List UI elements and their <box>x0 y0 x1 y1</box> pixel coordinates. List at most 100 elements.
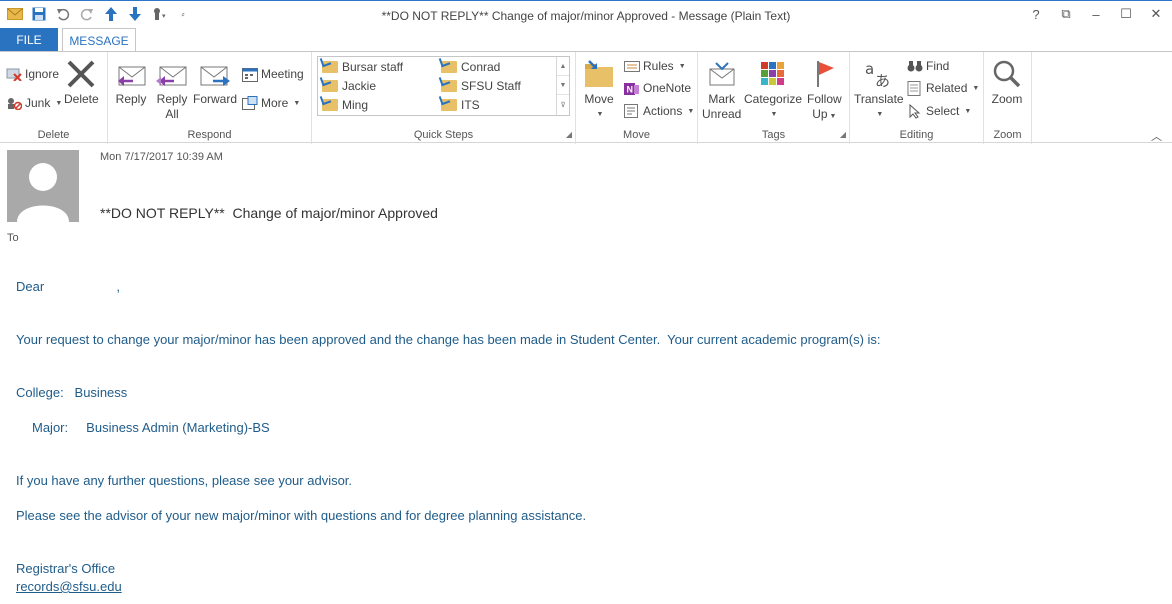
avatar <box>7 150 79 222</box>
ignore-icon <box>6 66 22 82</box>
magnifier-icon <box>990 58 1024 90</box>
quick-step-item[interactable]: Bursar staff <box>322 58 403 76</box>
delete-button[interactable]: Delete <box>64 58 99 107</box>
quick-step-icon <box>441 99 457 111</box>
tags-launcher-icon[interactable]: ◢ <box>840 130 846 139</box>
rules-dropdown-icon: ▼ <box>678 62 686 70</box>
meeting-button[interactable]: Meeting <box>242 64 304 84</box>
svg-text:N: N <box>627 84 634 94</box>
select-button[interactable]: Select ▼ <box>907 101 971 121</box>
cursor-icon <box>907 103 923 119</box>
rules-button[interactable]: Rules ▼ <box>624 56 686 76</box>
follow-up-dropdown-icon: ▼ <box>829 113 837 120</box>
reply-all-icon <box>155 58 189 90</box>
editing-group-label: Editing <box>899 129 934 141</box>
rules-icon <box>624 58 640 74</box>
body-paragraph: If you have any further questions, pleas… <box>16 473 353 488</box>
ribbon: Ignore Junk ▼ Delete Delete Reply Reply … <box>0 51 1172 144</box>
select-dropdown-icon: ▼ <box>964 107 972 115</box>
signature: Registrar's Office <box>16 561 116 576</box>
quick-step-icon <box>322 61 338 73</box>
quick-step-item[interactable]: Conrad <box>441 58 500 76</box>
translate-dropdown-icon: ▼ <box>876 111 884 118</box>
quick-steps-group-label: Quick Steps <box>413 129 474 141</box>
more-dropdown-icon: ▼ <box>293 99 301 107</box>
junk-button[interactable]: Junk ▼ <box>6 93 62 113</box>
reply-icon <box>114 58 148 90</box>
related-dropdown-icon: ▼ <box>972 84 980 92</box>
ribbon-display-options-button[interactable]: ⧉ <box>1056 5 1076 23</box>
quick-steps-launcher-icon[interactable]: ◢ <box>566 130 572 139</box>
follow-up-button[interactable]: Follow Up ▼ <box>807 58 842 124</box>
body-paragraph: Please see the advisor of your new major… <box>16 508 587 523</box>
flag-icon <box>807 58 841 90</box>
translate-button[interactable]: aあ Translate ▼ <box>854 58 904 122</box>
tags-group: Mark Unread Categorize ▼ Follow Up ▼ Tags… <box>698 52 850 144</box>
tab-file[interactable]: FILE <box>0 28 58 52</box>
body-paragraph: Your request to change your major/minor … <box>16 332 881 347</box>
major-line: Major: Business Admin (Marketing)-BS <box>32 420 270 435</box>
categorize-dropdown-icon: ▼ <box>770 111 778 118</box>
categorize-button[interactable]: Categorize ▼ <box>744 58 802 122</box>
collapse-ribbon-icon[interactable]: ︿ <box>1151 128 1162 144</box>
scroll-up-icon[interactable]: ▲ <box>557 57 569 76</box>
forward-button[interactable]: Forward <box>193 58 237 107</box>
find-button[interactable]: Find <box>907 56 949 76</box>
quick-step-item[interactable]: ITS <box>441 96 480 114</box>
related-icon <box>907 80 923 96</box>
quick-step-icon <box>441 80 457 92</box>
quick-step-item[interactable]: SFSU Staff <box>441 77 521 95</box>
translate-icon: aあ <box>862 58 896 90</box>
svg-text:a: a <box>865 60 874 78</box>
reply-all-button[interactable]: Reply All <box>155 58 189 122</box>
move-button[interactable]: Move ▼ <box>582 58 616 122</box>
quick-steps-gallery: Bursar staff Conrad Jackie SFSU Staff Mi… <box>317 56 570 116</box>
more-icon <box>242 95 258 111</box>
close-button[interactable]: ✕ <box>1146 5 1166 23</box>
more-respond-button[interactable]: More ▼ <box>242 93 300 113</box>
quick-steps-scrollbar[interactable]: ▲ ▼ ⊽ <box>556 57 569 115</box>
forward-icon <box>198 58 232 90</box>
respond-group-label: Respond <box>187 129 232 141</box>
sent-date: Mon 7/17/2017 10:39 AM <box>100 151 223 163</box>
junk-dropdown-icon: ▼ <box>55 99 63 107</box>
scroll-down-icon[interactable]: ▼ <box>557 76 569 95</box>
window-title: **DO NOT REPLY** Change of major/minor A… <box>381 9 791 23</box>
quick-step-item[interactable]: Jackie <box>322 77 376 95</box>
minimize-button[interactable]: – <box>1086 5 1106 23</box>
svg-text:あ: あ <box>875 72 890 89</box>
quick-step-item[interactable]: Ming <box>322 96 368 114</box>
zoom-group-label: Zoom <box>993 129 1022 141</box>
junk-icon <box>6 95 22 111</box>
help-button[interactable]: ? <box>1026 5 1046 23</box>
delete-group: Ignore Junk ▼ Delete Delete <box>0 52 108 144</box>
ignore-button[interactable]: Ignore <box>6 64 59 84</box>
categorize-icon <box>756 58 790 90</box>
reply-button[interactable]: Reply <box>114 58 148 107</box>
message-header: Mon 7/17/2017 10:39 AM **DO NOT REPLY** … <box>0 144 1172 244</box>
binoculars-icon <box>907 58 923 74</box>
message-subject: **DO NOT REPLY** Change of major/minor A… <box>100 205 438 221</box>
respond-group: Reply Reply All Forward Meeting More ▼ R… <box>108 52 312 144</box>
zoom-group: Zoom Zoom <box>984 52 1032 144</box>
email-link[interactable]: records@sfsu.edu <box>16 579 122 594</box>
mark-unread-button[interactable]: Mark Unread <box>702 58 741 122</box>
quick-step-icon <box>322 80 338 92</box>
move-group-label: Move <box>623 129 650 141</box>
college-line: College: Business <box>16 385 128 400</box>
expand-gallery-icon[interactable]: ⊽ <box>557 95 569 114</box>
quick-step-icon <box>322 99 338 111</box>
zoom-button[interactable]: Zoom <box>990 58 1024 107</box>
move-dropdown-icon: ▼ <box>596 111 604 118</box>
actions-icon <box>624 103 640 119</box>
window-controls: ? ⧉ – ☐ ✕ <box>1026 5 1166 23</box>
calendar-icon <box>242 66 258 82</box>
delete-group-label: Delete <box>37 129 70 141</box>
onenote-button[interactable]: N OneNote <box>624 78 691 98</box>
actions-button[interactable]: Actions ▼ <box>624 101 694 121</box>
greeting: Dear , <box>16 279 121 294</box>
maximize-button[interactable]: ☐ <box>1116 5 1136 23</box>
tab-message[interactable]: MESSAGE <box>62 28 136 52</box>
related-button[interactable]: Related ▼ <box>907 78 979 98</box>
mark-unread-icon <box>705 58 739 90</box>
